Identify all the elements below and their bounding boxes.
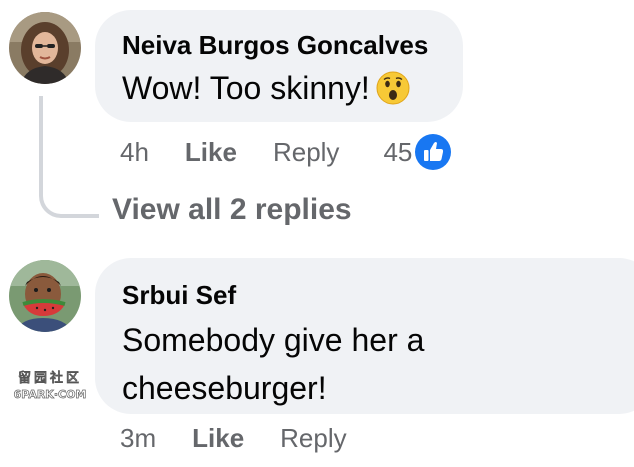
comment-text-line: Somebody give her a — [122, 322, 425, 358]
comment-text: Wow! Too skinny! — [122, 64, 435, 112]
comment-thread: Neiva Burgos Goncalves Wow! Too skinny! … — [0, 0, 634, 467]
6park-watermark-logo: 留园社区 6PARK·COM — [13, 370, 87, 402]
view-replies-link[interactable]: View all 2 replies — [112, 193, 352, 227]
comment-timestamp[interactable]: 3m — [120, 423, 156, 454]
like-button[interactable]: Like — [185, 137, 237, 168]
comment-text: Somebody give her a cheeseburger! — [122, 316, 627, 412]
comment-text-content: Wow! Too skinny! — [122, 70, 370, 106]
svg-text:留园社区: 留园社区 — [18, 370, 82, 386]
comment-author[interactable]: Neiva Burgos Goncalves — [122, 30, 435, 60]
comment-bubble: Neiva Burgos Goncalves Wow! Too skinny! — [95, 10, 463, 122]
comment-bubble: Srbui Sef Somebody give her a cheeseburg… — [95, 258, 634, 414]
avatar[interactable] — [9, 12, 81, 84]
reply-button[interactable]: Reply — [280, 423, 346, 454]
reaction-count[interactable]: 45 — [383, 137, 412, 168]
thumbs-up-icon[interactable] — [414, 133, 452, 171]
comment-text-line: cheeseburger! — [122, 370, 327, 406]
like-button[interactable]: Like — [192, 423, 244, 454]
comment-actions: 3m Like Reply — [120, 418, 347, 458]
reply-button[interactable]: Reply — [273, 137, 339, 168]
avatar[interactable] — [9, 260, 81, 332]
comment-timestamp[interactable]: 4h — [120, 137, 149, 168]
comment-actions: 4h Like Reply 45 — [120, 132, 452, 172]
astonished-face-emoji-icon — [376, 71, 410, 105]
comment-author[interactable]: Srbui Sef — [122, 280, 627, 310]
thread-connector-line — [39, 96, 99, 218]
svg-text:6PARK·COM: 6PARK·COM — [14, 388, 87, 401]
